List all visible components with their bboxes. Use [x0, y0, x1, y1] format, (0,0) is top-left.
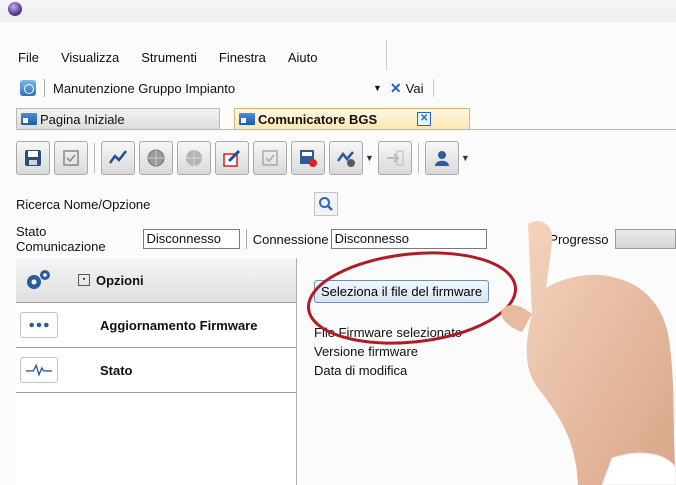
download-icon — [300, 150, 317, 167]
connection-label: Connessione — [252, 231, 329, 247]
go-label: Vai — [405, 80, 424, 96]
nav-label: Aggiornamento Firmware — [100, 317, 258, 333]
address-bar: Manutenzione Gruppo Impianto ▼ ✕ Vai — [14, 76, 435, 100]
confirm-button[interactable] — [253, 141, 287, 175]
toolbar-divider — [94, 143, 95, 173]
status-divider — [245, 229, 247, 249]
search-icon — [319, 197, 333, 211]
menu-finestra[interactable]: Finestra — [219, 50, 266, 65]
tab-page-icon — [21, 113, 37, 125]
nav-item-opzioni[interactable]: ▪ Opzioni — [16, 258, 296, 303]
edit-icon — [223, 149, 241, 167]
title-bar — [0, 0, 676, 22]
toolbar: ▼ ▼ — [16, 140, 470, 176]
options-panel: ▪ Opzioni Aggiornamento Firmware Stato — [16, 258, 297, 485]
close-icon[interactable]: ✕ — [417, 112, 432, 126]
tab-pagina-iniziale[interactable]: Pagina Iniziale — [16, 108, 220, 129]
tab-comunicatore-bgs[interactable]: Comunicatore BGS ✕ — [234, 108, 470, 129]
disconnect-button[interactable] — [177, 141, 211, 175]
connection-value: Disconnesso — [330, 229, 488, 249]
gears-icon — [20, 268, 56, 292]
nav-label: Opzioni — [96, 272, 144, 288]
comm-status-value: Disconnesso — [142, 229, 240, 249]
search-label: Ricerca Nome/Opzione — [16, 196, 151, 212]
app-window: File Visualizza Strumenti Finestra Aiuto… — [0, 0, 676, 485]
check-button[interactable] — [54, 141, 88, 175]
download-button[interactable] — [291, 141, 325, 175]
globe-icon — [20, 80, 36, 96]
menu-strumenti[interactable]: Strumenti — [141, 50, 197, 65]
address-divider — [44, 79, 45, 97]
chevron-down-icon[interactable]: ▼ — [373, 83, 382, 93]
chart-button[interactable] — [101, 141, 135, 175]
globe-icon — [147, 149, 165, 167]
firmware-content: Seleziona il file del firmware File Firm… — [314, 280, 490, 380]
chevron-down-icon[interactable]: ▼ — [365, 153, 374, 163]
globe-disabled-icon — [186, 150, 202, 166]
address-divider-2 — [433, 79, 435, 97]
checkbox-disabled-icon — [262, 150, 278, 166]
search-row: Ricerca Nome/Opzione — [16, 192, 338, 216]
menu-bar: File Visualizza Strumenti Finestra Aiuto — [0, 44, 318, 70]
tab-page-icon — [239, 113, 255, 125]
pin-icon[interactable]: ▪ — [78, 274, 90, 286]
pulse-icon — [20, 357, 58, 383]
wave-icon — [336, 151, 355, 167]
chevron-down-icon[interactable]: ▼ — [461, 153, 470, 163]
chart-line-icon — [108, 150, 127, 164]
tools-icon: ✕ — [389, 79, 402, 96]
comm-status-label: Stato Comunicazione — [16, 224, 106, 254]
save-icon — [25, 150, 41, 166]
go-button[interactable]: ✕ Vai — [390, 80, 424, 97]
info-firmware-version: Versione firmware — [314, 344, 419, 359]
transfer-button[interactable] — [377, 141, 412, 175]
nav-item-stato[interactable]: Stato — [16, 348, 296, 393]
nav-label: Stato — [100, 362, 133, 378]
checkbox-icon — [63, 150, 79, 166]
nav-item-aggiornamento-firmware[interactable]: Aggiornamento Firmware — [16, 303, 296, 348]
address-combo[interactable]: Manutenzione Gruppo Impianto — [53, 81, 373, 96]
info-file-selected: File Firmware selezionato — [314, 325, 463, 340]
save-button[interactable] — [16, 141, 50, 175]
firmware-info-list: File Firmware selezionato Versione firmw… — [314, 323, 489, 380]
pointing-hand-image — [501, 221, 676, 485]
search-button[interactable] — [314, 192, 338, 216]
document-tabs: Pagina Iniziale Comunicatore BGS ✕ — [16, 108, 470, 130]
tab-label: Pagina Iniziale — [40, 111, 125, 127]
edit-button[interactable] — [215, 141, 249, 175]
user-button[interactable] — [424, 141, 459, 175]
dots-icon — [20, 312, 58, 338]
toolbar-divider — [417, 143, 419, 173]
user-icon — [434, 151, 449, 166]
info-modified-date: Data di modifica — [314, 363, 408, 378]
select-firmware-button[interactable]: Seleziona il file del firmware — [314, 280, 490, 303]
menu-visualizza[interactable]: Visualizza — [61, 50, 119, 65]
connect-button[interactable] — [139, 141, 173, 175]
wave-button[interactable] — [329, 141, 363, 175]
app-orb-icon[interactable] — [8, 2, 22, 16]
menu-aiuto[interactable]: Aiuto — [288, 50, 318, 65]
arrow-disabled-icon — [386, 150, 404, 166]
menu-file[interactable]: File — [18, 50, 39, 65]
tab-label: Comunicatore BGS — [258, 111, 378, 127]
menu-divider — [386, 40, 387, 70]
tabstrip-border — [16, 129, 676, 130]
